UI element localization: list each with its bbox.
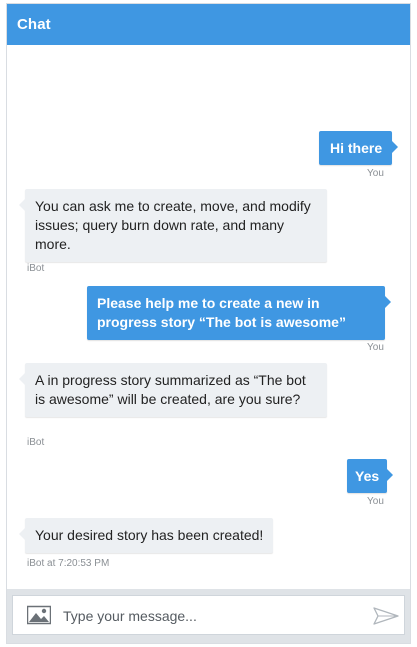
message-bot: Your desired story has been created! — [18, 518, 274, 553]
message-bot: A in progress story summarized as “The b… — [19, 363, 327, 417]
message-bubble: Please help me to create a new in progre… — [87, 286, 391, 340]
message-bubble: You can ask me to create, move, and modi… — [19, 189, 327, 262]
message-bot: You can ask me to create, move, and modi… — [19, 189, 327, 262]
chat-window: Chat Hi there You You can ask me to crea… — [6, 3, 411, 644]
message-text: Your desired story has been created! — [35, 527, 264, 543]
message-text: Please help me to create a new in progre… — [97, 295, 346, 330]
message-composer — [7, 589, 410, 643]
message-timestamp: iBot at 7:20:53 PM — [27, 558, 110, 569]
message-text: Hi there — [330, 140, 383, 156]
message-input[interactable] — [63, 605, 353, 627]
message-sender: iBot — [27, 263, 45, 274]
message-bubble: A in progress story summarized as “The b… — [19, 363, 327, 417]
message-bubble: Hi there — [319, 131, 399, 165]
message-text: You can ask me to create, move, and modi… — [35, 198, 311, 252]
message-list[interactable]: Hi there You You can ask me to create, m… — [7, 45, 410, 589]
message-user: Yes — [347, 459, 394, 493]
message-bubble: Yes — [347, 459, 394, 493]
message-user: Hi there — [319, 131, 399, 165]
message-text: Yes — [355, 468, 380, 484]
composer-box — [12, 595, 405, 635]
send-icon[interactable] — [373, 606, 399, 626]
message-text: A in progress story summarized as “The b… — [35, 372, 306, 407]
message-sender: You — [367, 342, 384, 353]
message-sender: You — [367, 496, 384, 507]
image-icon[interactable] — [27, 605, 51, 625]
chat-title: Chat — [17, 16, 51, 33]
message-bubble: Your desired story has been created! — [18, 518, 274, 553]
chat-header: Chat — [7, 4, 410, 45]
message-user: Please help me to create a new in progre… — [87, 286, 391, 340]
message-sender: iBot — [27, 437, 45, 448]
message-sender: You — [367, 168, 384, 179]
